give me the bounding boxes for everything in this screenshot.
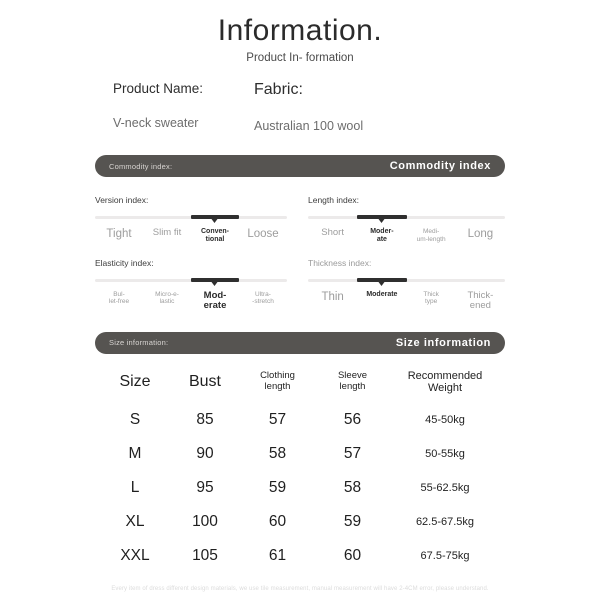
size-table-cell-clothing-length: 60 — [268, 512, 287, 530]
index-track[interactable] — [308, 277, 505, 289]
index-option[interactable]: Medi-um-length — [407, 228, 456, 243]
index-option[interactable]: Bul-let-free — [95, 291, 143, 312]
index-marker-icon — [378, 281, 385, 286]
commodity-banner-left-label: Commodity index: — [109, 161, 173, 171]
table-row: L 95 59 58 55-62.5kg — [100, 471, 500, 505]
index-option[interactable]: Thin — [308, 291, 357, 312]
product-name-block: Product Name: V-neck sweater — [0, 81, 230, 133]
size-banner-left-label: Size information: — [109, 338, 169, 348]
size-banner-right-label: Size information — [395, 336, 491, 349]
size-table-cell-sleeve-length: 58 — [343, 478, 362, 496]
size-information-banner: Size information: Size information — [95, 331, 505, 354]
index-option[interactable]: Conven-tional — [191, 228, 239, 243]
size-table-body: S 85 57 56 45-50kg M 90 58 57 50-55kg L 95 59 58 55-62… — [100, 403, 500, 573]
size-table-cell-size: XXL — [120, 546, 150, 564]
index-option[interactable]: Slim fit — [143, 228, 191, 243]
product-information-page: Information. Product In- formation Produ… — [0, 0, 600, 600]
index-option[interactable]: Short — [308, 228, 357, 243]
commodity-index-banner: Commodity index: Commodity index — [95, 155, 505, 178]
size-table-cell-clothing-length: 61 — [268, 546, 287, 564]
table-row: S 85 57 56 45-50kg — [100, 403, 500, 437]
index-option[interactable]: Long — [456, 228, 505, 243]
size-table-cell-sleeve-length: 59 — [343, 512, 362, 530]
size-table-header-cell: Sleeve length — [337, 370, 368, 393]
page-subtitle: Product In- formation — [246, 52, 354, 64]
size-table-cell-sleeve-length: 56 — [343, 410, 362, 428]
size-table-cell-sleeve-length: 57 — [343, 444, 362, 462]
index-labels: Tight Slim fit Conven-tional Loose — [95, 228, 287, 244]
size-table-header-cell: Bust — [188, 373, 221, 391]
index-marker-icon — [211, 219, 218, 224]
size-table: Size Bust Clothing length Sleeve length Recomm… — [100, 366, 500, 573]
footer-disclaimer: Every item of dress different design mat… — [111, 586, 489, 592]
product-name-label: Product Name: — [113, 81, 204, 97]
size-table-cell-size: XL — [125, 512, 145, 530]
size-table-cell-sleeve-length: 60 — [343, 546, 362, 564]
size-table-cell-bust: 90 — [196, 444, 214, 462]
index-track-base — [308, 216, 505, 220]
size-table-cell-bust: 100 — [192, 512, 218, 530]
size-table-cell-weight: 62.5-67.5kg — [415, 515, 475, 528]
size-table-header-cell: Size — [119, 373, 151, 391]
fabric-label: Fabric: — [254, 81, 303, 99]
index-option[interactable]: Mod-erate — [191, 290, 239, 312]
index-marker-icon — [211, 281, 218, 286]
size-table-cell-bust: 85 — [196, 410, 214, 428]
index-track[interactable] — [95, 277, 287, 289]
index-labels: Bul-let-free Micro-e-lastic Mod-erate Ultra… — [95, 290, 287, 312]
index-slider-thickness-index: Thickness index: Thin Moderate Thick type Thi… — [300, 258, 505, 312]
page-title: Information. — [217, 14, 383, 47]
size-table-cell-size: S — [129, 410, 141, 428]
fabric-block: Fabric: Australian 100 wool — [230, 81, 600, 133]
index-option[interactable]: Loose — [239, 228, 287, 243]
index-title: Version index: — [95, 195, 149, 206]
index-option[interactable]: Ultra- -stretch — [239, 291, 287, 312]
size-table-cell-weight: 50-55kg — [425, 447, 465, 460]
index-option[interactable]: Tight — [95, 228, 143, 243]
index-option[interactable]: Moderate — [357, 291, 406, 312]
index-title: Thickness index: — [308, 257, 372, 268]
index-title: Length index: — [308, 195, 360, 206]
index-track-base — [308, 278, 505, 282]
size-table-head: Size Bust Clothing length Sleeve length Recomm… — [100, 366, 500, 403]
size-table-header-cell: Clothing length — [260, 370, 295, 393]
product-name-value: V-neck sweater — [113, 116, 199, 131]
index-option[interactable]: Moder-ate — [357, 228, 406, 243]
index-marker-icon — [378, 219, 385, 224]
index-slider-version-index: Version index: Tight Slim fit Conven-tional… — [95, 195, 300, 243]
index-option[interactable]: Thick-ened — [456, 290, 505, 312]
title-block: Information. Product In- formation — [0, 0, 600, 65]
size-table-cell-weight: 67.5-75kg — [420, 549, 470, 562]
index-slider-elasticity-index: Elasticity index: Bul-let-free Micro-e-las… — [95, 258, 300, 312]
index-title: Elasticity index: — [95, 257, 154, 268]
index-labels: Thin Moderate Thick type Thick-ened — [308, 290, 505, 312]
size-table-cell-weight: 55-62.5kg — [420, 481, 470, 494]
index-option[interactable]: Micro-e-lastic — [143, 291, 191, 312]
size-table-cell-bust: 105 — [192, 546, 218, 564]
table-row: XXL 105 61 60 67.5-75kg — [100, 539, 500, 573]
table-row: M 90 58 57 50-55kg — [100, 437, 500, 471]
index-option[interactable]: Thick type — [407, 291, 456, 312]
size-table-cell-size: M — [128, 444, 142, 462]
commodity-banner-right-label: Commodity index — [389, 160, 491, 173]
index-labels: Short Moder-ate Medi-um-length Long — [308, 228, 505, 244]
size-table-cell-size: L — [130, 478, 140, 496]
size-table-header-cell: Recommended Weight — [407, 369, 483, 395]
size-table-cell-clothing-length: 59 — [268, 478, 287, 496]
fabric-value: Australian 100 wool — [254, 119, 364, 134]
size-table-header-row: Size Bust Clothing length Sleeve length Recomm… — [100, 366, 500, 403]
table-row: XL 100 60 59 62.5-67.5kg — [100, 505, 500, 539]
product-meta: Product Name: V-neck sweater Fabric: Aus… — [0, 81, 600, 133]
index-track[interactable] — [95, 214, 287, 226]
size-table-cell-weight: 45-50kg — [425, 413, 465, 426]
size-table-cell-clothing-length: 57 — [268, 410, 287, 428]
index-grid: Version index: Tight Slim fit Conven-tional… — [95, 195, 505, 311]
index-track[interactable] — [308, 214, 505, 226]
index-slider-length-index: Length index: Short Moder-ate Medi-um-lengt… — [300, 195, 505, 243]
size-table-cell-clothing-length: 58 — [268, 444, 287, 462]
size-table-cell-bust: 95 — [196, 478, 214, 496]
